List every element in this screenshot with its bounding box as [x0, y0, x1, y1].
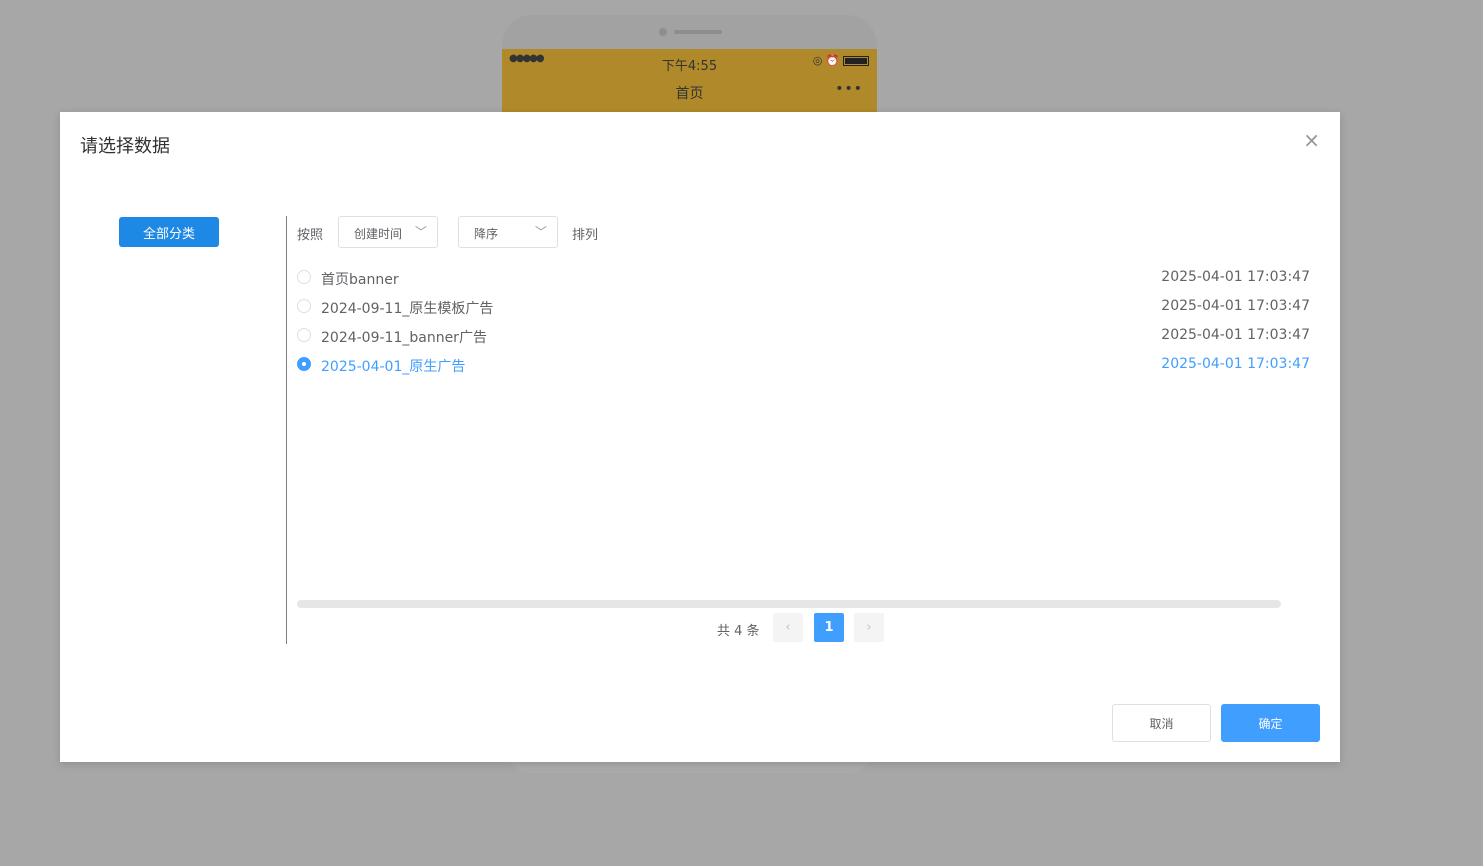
page-number-button[interactable]: 1 [814, 613, 844, 642]
list-item[interactable]: 2024-09-11_banner广告 2025-04-01 17:03:47 [297, 322, 1310, 351]
status-bar: ●●●●● 下午4:55 ◎ ⏰ [502, 53, 877, 74]
list-item[interactable]: 首页banner 2025-04-01 17:03:47 [297, 264, 1310, 293]
more-icon[interactable]: ••• [835, 81, 863, 97]
lock-rotation-icon: ◎ [812, 54, 823, 67]
item-date: 2025-04-01 17:03:47 [1161, 298, 1310, 314]
item-date: 2025-04-01 17:03:47 [1161, 356, 1310, 372]
confirm-button[interactable]: 确定 [1221, 704, 1320, 742]
phone-top-bezel [502, 15, 877, 49]
data-list: 首页banner 2025-04-01 17:03:47 2024-09-11_… [297, 264, 1310, 380]
list-item-selected[interactable]: 2025-04-01_原生广告 2025-04-01 17:03:47 [297, 351, 1310, 380]
radio-button[interactable] [297, 328, 311, 342]
next-page-button[interactable]: › [854, 613, 884, 642]
close-icon[interactable]: × [1303, 130, 1320, 150]
sort-order-select[interactable]: 降序 ﹀ [458, 216, 558, 248]
alarm-icon: ⏰ [825, 54, 840, 67]
list-item[interactable]: 2024-09-11_原生模板广告 2025-04-01 17:03:47 [297, 293, 1310, 322]
sort-prefix-label: 按照 [297, 228, 324, 243]
dialog-title: 请选择数据 [80, 136, 170, 157]
item-name: 2025-04-01_原生广告 [321, 359, 466, 375]
cancel-button[interactable]: 取消 [1112, 704, 1211, 742]
speaker-icon [674, 30, 722, 34]
total-count: 共 4 条 [717, 624, 760, 639]
radio-button-checked[interactable] [297, 357, 311, 371]
item-date: 2025-04-01 17:03:47 [1161, 269, 1310, 285]
phone-page-title: 首页 [675, 86, 704, 102]
radio-button[interactable] [297, 299, 311, 313]
radio-button[interactable] [297, 270, 311, 284]
horizontal-scrollbar[interactable] [297, 600, 1281, 608]
all-categories-button[interactable]: 全部分类 [119, 217, 219, 247]
sort-order-value: 降序 [474, 227, 499, 241]
select-data-dialog: 请选择数据 × 全部分类 按照 创建时间 ﹀ 降序 ﹀ 排列 首页banner … [60, 112, 1340, 762]
status-icons: ◎ ⏰ [813, 54, 869, 67]
sort-suffix-label: 排列 [572, 228, 599, 243]
camera-icon [659, 28, 667, 36]
item-name: 2024-09-11_banner广告 [321, 330, 487, 346]
item-date: 2025-04-01 17:03:47 [1161, 327, 1310, 343]
prev-page-button[interactable]: ‹ [773, 613, 803, 642]
sort-field-select[interactable]: 创建时间 ﹀ [338, 216, 438, 248]
item-name: 首页banner [321, 272, 399, 288]
vertical-divider [286, 216, 287, 644]
chevron-down-icon: ﹀ [414, 225, 427, 239]
item-name: 2024-09-11_原生模板广告 [321, 301, 494, 317]
battery-icon [843, 56, 869, 66]
sort-field-value: 创建时间 [354, 227, 403, 241]
chevron-down-icon: ﹀ [534, 225, 547, 239]
